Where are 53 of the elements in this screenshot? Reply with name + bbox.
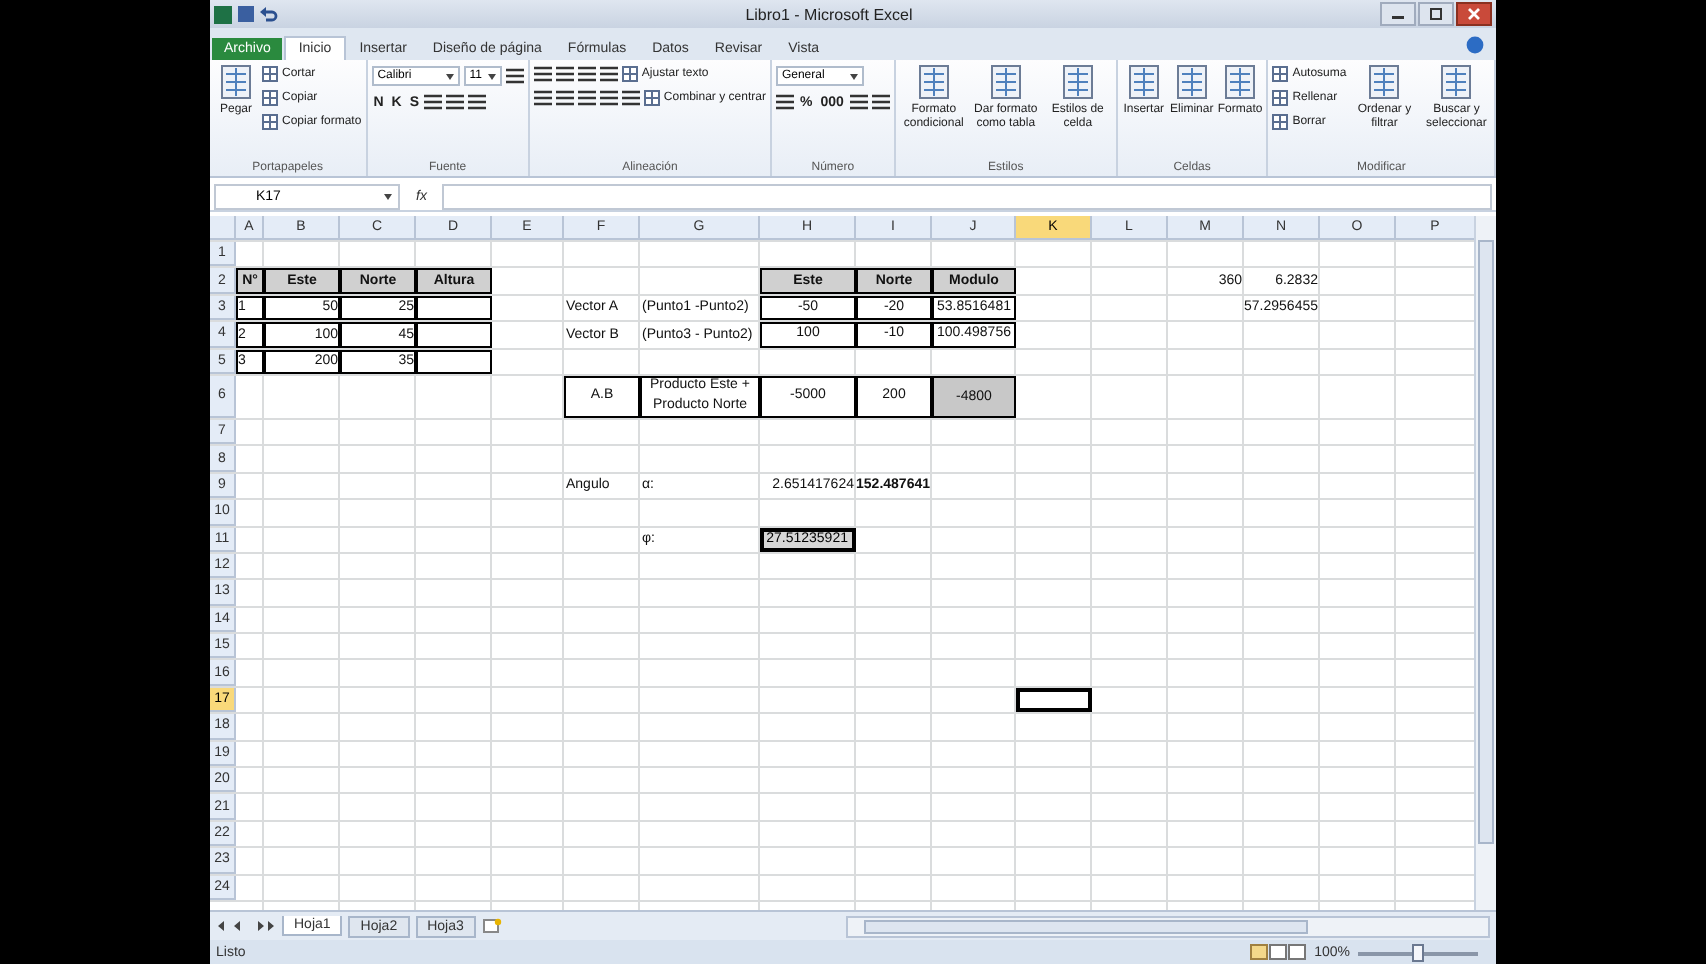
empty-cell — [416, 295, 492, 321]
formula-input[interactable] — [442, 183, 1492, 209]
lines-icon[interactable] — [424, 94, 443, 110]
undo-icon[interactable] — [260, 6, 278, 22]
lines-icon[interactable] — [555, 90, 574, 106]
caret-icon — [849, 73, 858, 79]
grid-icon — [621, 66, 638, 82]
caret-icon — [384, 193, 392, 199]
grid-icon — [1272, 90, 1289, 106]
close-button[interactable] — [1456, 2, 1492, 26]
minimize-button[interactable] — [1380, 2, 1416, 26]
document-icon — [1224, 64, 1257, 100]
document-icon — [917, 64, 950, 100]
document-icon — [220, 64, 252, 100]
lines-icon[interactable] — [849, 94, 868, 110]
maximize-button[interactable] — [1418, 2, 1454, 26]
empty-cell — [416, 349, 492, 374]
document-icon — [1127, 64, 1160, 100]
lines-icon[interactable] — [599, 90, 618, 106]
lines-icon[interactable] — [505, 68, 524, 84]
sheet-navigation-icon[interactable] — [216, 920, 276, 932]
grid-icon — [262, 66, 278, 82]
view-buttons-icon[interactable] — [1250, 944, 1307, 960]
window-title: Libro1 - Microsoft Excel — [743, 5, 915, 23]
document-icon — [1061, 64, 1094, 100]
caret-icon — [487, 73, 496, 79]
lines-icon[interactable] — [621, 90, 640, 106]
document-icon — [1440, 64, 1473, 100]
lines-icon[interactable] — [599, 66, 618, 82]
lines-icon[interactable] — [468, 94, 487, 110]
grid-icon — [1272, 66, 1289, 82]
lines-icon[interactable] — [871, 94, 890, 110]
lines-icon[interactable] — [533, 90, 552, 106]
document-icon — [989, 64, 1022, 100]
document-icon — [1368, 64, 1401, 100]
app-icon[interactable] — [214, 5, 232, 23]
caret-icon — [445, 73, 454, 79]
lines-icon[interactable] — [533, 66, 552, 82]
empty-cell — [416, 322, 492, 348]
lines-icon[interactable] — [577, 90, 596, 106]
grid-icon — [262, 114, 278, 130]
grid-icon — [1272, 114, 1289, 130]
new-sheet-icon[interactable] — [481, 918, 502, 934]
lines-icon[interactable] — [446, 94, 465, 110]
horizontal-scrollbar[interactable] — [846, 915, 1490, 937]
lines-icon[interactable] — [577, 66, 596, 82]
grid-icon — [262, 90, 278, 106]
grid-icon — [643, 90, 660, 106]
lines-icon[interactable] — [775, 94, 794, 110]
active-cell[interactable] — [1016, 687, 1092, 713]
document-icon — [1175, 64, 1208, 100]
vertical-scrollbar[interactable] — [1474, 216, 1496, 910]
lines-icon[interactable] — [555, 66, 574, 82]
